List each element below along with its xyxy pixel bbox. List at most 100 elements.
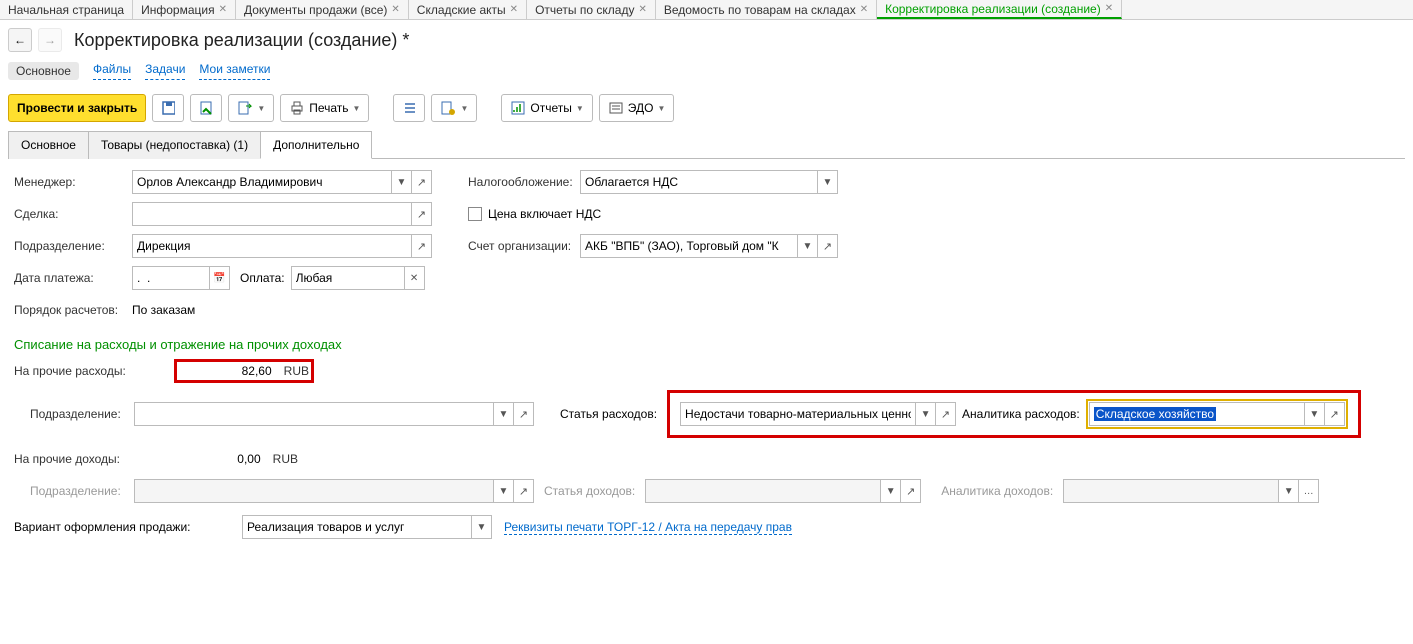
doc-arrow-icon [237, 100, 253, 116]
dropdown-btn[interactable]: ▼ [494, 402, 514, 426]
reports-button[interactable]: Отчеты▼ [501, 94, 592, 122]
torg12-link[interactable]: Реквизиты печати ТОРГ-12 / Акта на перед… [504, 520, 792, 535]
tax-input[interactable] [580, 170, 818, 194]
open-btn[interactable]: ↗ [412, 170, 432, 194]
tab-wh-reports[interactable]: Отчеты по складу✕ [527, 0, 656, 19]
list-button[interactable] [393, 94, 425, 122]
nav-row: ← → Корректировка реализации (создание) … [0, 20, 1413, 52]
deal-input[interactable] [132, 202, 412, 226]
exp-amount: 82,60 [242, 364, 278, 378]
subnav-files[interactable]: Файлы [93, 62, 131, 80]
create-based-button[interactable]: ▼ [228, 94, 274, 122]
lbl-inc-analytics: Аналитика доходов: [941, 484, 1053, 498]
lbl-paydate: Дата платежа: [14, 271, 132, 285]
calc-value: По заказам [132, 303, 195, 317]
tab-correction[interactable]: Корректировка реализации (создание)✕ [877, 0, 1122, 19]
lbl-exp: На прочие расходы: [14, 364, 174, 378]
dropdown-btn: ▼ [881, 479, 901, 503]
dropdown-btn[interactable]: ▼ [392, 170, 412, 194]
attach-button[interactable]: ▼ [431, 94, 477, 122]
dropdown-btn[interactable]: ▼ [818, 170, 838, 194]
subnav-tasks[interactable]: Задачи [145, 62, 185, 80]
lbl-deal: Сделка: [14, 207, 132, 221]
dropdown-btn: ▼ [494, 479, 514, 503]
lbl-pay: Оплата: [240, 271, 285, 285]
post-icon [199, 100, 213, 116]
highlight-exp-block: ▼↗ Аналитика расходов: Складское хозяйст… [667, 390, 1361, 438]
close-icon[interactable]: ✕ [391, 4, 399, 15]
highlight-exp-amount: 82,60 RUB [174, 359, 314, 383]
lbl-vat: Цена включает НДС [488, 207, 601, 221]
close-icon[interactable]: ✕ [1105, 3, 1113, 14]
post-button[interactable] [190, 94, 222, 122]
open-btn: ↗ [901, 479, 921, 503]
calendar-btn[interactable]: 📅 [210, 266, 230, 290]
subnav-main[interactable]: Основное [8, 62, 79, 80]
open-btn[interactable]: ↗ [412, 202, 432, 226]
ftab-goods[interactable]: Товары (недопоставка) (1) [88, 131, 261, 159]
edo-button[interactable]: ЭДО▼ [599, 94, 675, 122]
lbl-calc: Порядок расчетов: [14, 303, 132, 317]
dropdown-btn[interactable]: ▼ [916, 402, 936, 426]
close-icon[interactable]: ✕ [219, 4, 227, 15]
tab-warehouse-acts[interactable]: Складские акты✕ [409, 0, 527, 19]
exp-cur: RUB [284, 364, 309, 378]
form-body: Менеджер: ▼↗ Сделка: ↗ Подразделение: ↗ … [0, 159, 1413, 556]
print-button[interactable]: Печать▼ [280, 94, 369, 122]
open-btn[interactable]: ↗ [818, 234, 838, 258]
open-btn[interactable]: ↗ [514, 402, 534, 426]
save-button[interactable] [152, 94, 184, 122]
pay-input[interactable] [291, 266, 405, 290]
dropdown-btn[interactable]: ▼ [798, 234, 818, 258]
tab-start[interactable]: Начальная страница [0, 0, 133, 19]
close-icon[interactable]: ✕ [510, 4, 518, 15]
open-btn[interactable]: ↗ [1325, 402, 1345, 426]
close-icon[interactable]: ✕ [860, 4, 868, 15]
inc-item-input [645, 479, 881, 503]
exp-item-input[interactable] [680, 402, 916, 426]
chevron-down-icon: ▼ [657, 104, 665, 113]
edo-icon [608, 100, 624, 116]
tab-info[interactable]: Информация✕ [133, 0, 236, 19]
clear-btn[interactable]: ✕ [405, 266, 425, 290]
inc-cur: RUB [273, 452, 298, 466]
inc-amount: 0,00 [237, 452, 266, 466]
lbl-orgacc: Счет организации: [468, 239, 580, 253]
ftab-extra[interactable]: Дополнительно [260, 131, 372, 159]
paydate-input[interactable] [132, 266, 210, 290]
lbl-exp-analytics: Аналитика расходов: [962, 407, 1080, 421]
tab-stock-statement[interactable]: Ведомость по товарам на складах✕ [656, 0, 877, 19]
report-icon [510, 100, 526, 116]
list-icon [402, 100, 416, 116]
nav-back-button[interactable]: ← [8, 28, 32, 52]
manager-input[interactable] [132, 170, 392, 194]
exp-analytics-input[interactable]: Складское хозяйство [1089, 402, 1305, 426]
clip-icon [440, 100, 456, 116]
open-btn[interactable]: ↗ [936, 402, 956, 426]
dropdown-btn: ▼ [1279, 479, 1299, 503]
tab-sales-docs[interactable]: Документы продажи (все)✕ [236, 0, 409, 19]
lbl-subdept: Подразделение: [14, 407, 124, 421]
chevron-down-icon: ▼ [460, 104, 468, 113]
open-btn: ↗ [514, 479, 534, 503]
dropdown-btn[interactable]: ▼ [1305, 402, 1325, 426]
orgacc-input[interactable] [580, 234, 798, 258]
vat-checkbox[interactable] [468, 207, 482, 221]
chevron-down-icon: ▼ [257, 104, 265, 113]
highlight-exp-analytics: Складское хозяйство▼↗ [1086, 399, 1348, 429]
subnav-notes[interactable]: Мои заметки [199, 62, 270, 80]
post-and-close-button[interactable]: Провести и закрыть [8, 94, 146, 122]
nav-forward-button[interactable]: → [38, 28, 62, 52]
close-icon[interactable]: ✕ [638, 4, 646, 15]
open-btn[interactable]: ↗ [412, 234, 432, 258]
exp-dept-input[interactable] [134, 402, 494, 426]
section-title: Списание на расходы и отражение на прочи… [14, 337, 1399, 352]
lbl-tax: Налогообложение: [468, 175, 580, 189]
salesform-input[interactable] [242, 515, 472, 539]
ftab-main[interactable]: Основное [8, 131, 89, 159]
inc-dept-input [134, 479, 494, 503]
lbl-salesform: Вариант оформления продажи: [14, 520, 230, 534]
chevron-down-icon: ▼ [576, 104, 584, 113]
dept-input[interactable] [132, 234, 412, 258]
dropdown-btn[interactable]: ▼ [472, 515, 492, 539]
